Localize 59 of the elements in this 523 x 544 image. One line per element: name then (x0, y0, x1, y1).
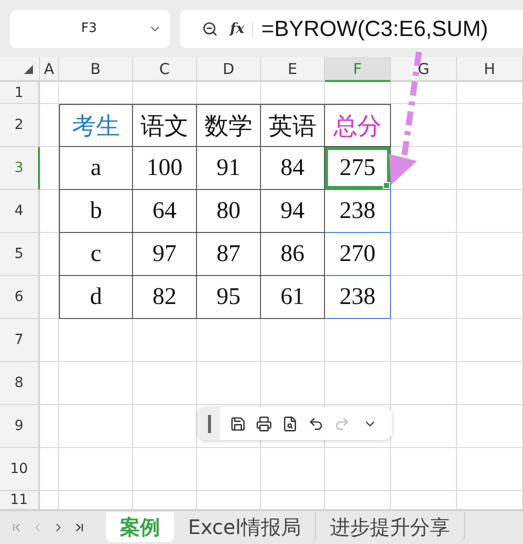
formula-bar[interactable]: fx =BYROW(C3:E6,SUM) (180, 10, 523, 48)
column-header[interactable]: H (457, 57, 523, 82)
undo-button[interactable] (308, 416, 324, 432)
column-header[interactable]: G (391, 57, 457, 82)
row-header[interactable]: 2 (0, 104, 40, 147)
table-cell[interactable]: 94 (261, 190, 325, 233)
row-header[interactable]: 4 (0, 190, 40, 233)
table-cell[interactable]: 61 (261, 276, 325, 319)
table-cell[interactable]: c (59, 233, 133, 276)
table-cell[interactable]: 80 (197, 190, 261, 233)
sheet-tab[interactable]: 进步提升分享 (316, 512, 465, 542)
drag-handle[interactable] (198, 407, 220, 440)
fx-label: fx (230, 20, 254, 36)
row-header[interactable]: 1 (0, 82, 40, 104)
table-cell[interactable]: 87 (197, 233, 261, 276)
table-cell[interactable]: 97 (133, 233, 197, 276)
table-cell[interactable]: 270 (325, 233, 391, 276)
table-cell[interactable]: 100 (133, 147, 197, 190)
table-cell[interactable]: 84 (261, 147, 325, 190)
name-box[interactable]: F3 (10, 10, 170, 48)
header-cell: 语文 (133, 104, 197, 147)
table-cell[interactable]: 64 (133, 190, 197, 233)
table-cell[interactable]: 82 (133, 276, 197, 319)
header-cell: 考生 (59, 104, 133, 147)
last-sheet-icon[interactable] (73, 521, 86, 534)
table-cell[interactable]: d (59, 276, 133, 319)
table-cell[interactable]: 238 (325, 190, 391, 233)
table-cell[interactable]: 95 (197, 276, 261, 319)
column-header[interactable]: E (261, 57, 325, 82)
row-header[interactable]: 8 (0, 362, 40, 405)
table-cell[interactable]: 86 (261, 233, 325, 276)
select-all-corner[interactable] (0, 57, 40, 82)
row-header[interactable]: 6 (0, 276, 40, 319)
table-cell[interactable]: 91 (197, 147, 261, 190)
table-cell[interactable]: b (59, 190, 133, 233)
row-header[interactable]: 10 (0, 448, 40, 491)
sheet-tab[interactable]: Excel情报局 (174, 512, 316, 542)
header-cell: 数学 (197, 104, 261, 147)
corner-triangle-icon (24, 65, 33, 74)
print-preview-button[interactable] (282, 416, 298, 432)
save-button[interactable] (230, 416, 246, 432)
print-button[interactable] (256, 416, 272, 432)
row-header[interactable]: 3 (0, 147, 40, 190)
grip-icon (208, 414, 210, 432)
column-header[interactable]: B (59, 57, 133, 82)
fill-handle[interactable] (383, 182, 390, 189)
column-header[interactable]: C (133, 57, 197, 82)
column-header[interactable]: A (40, 57, 59, 82)
header-cell: 英语 (261, 104, 325, 147)
row-header[interactable]: 9 (0, 405, 40, 448)
zoom-out-icon[interactable] (202, 20, 218, 36)
row-header[interactable]: 11 (0, 491, 40, 510)
header-cell: 总分 (325, 104, 391, 147)
column-header[interactable]: D (197, 57, 261, 82)
row-header[interactable]: 5 (0, 233, 40, 276)
active-cell[interactable]: 275 (325, 147, 391, 190)
table-cell[interactable]: a (59, 147, 133, 190)
row-header[interactable]: 7 (0, 319, 40, 362)
table-cell[interactable]: 238 (325, 276, 391, 319)
